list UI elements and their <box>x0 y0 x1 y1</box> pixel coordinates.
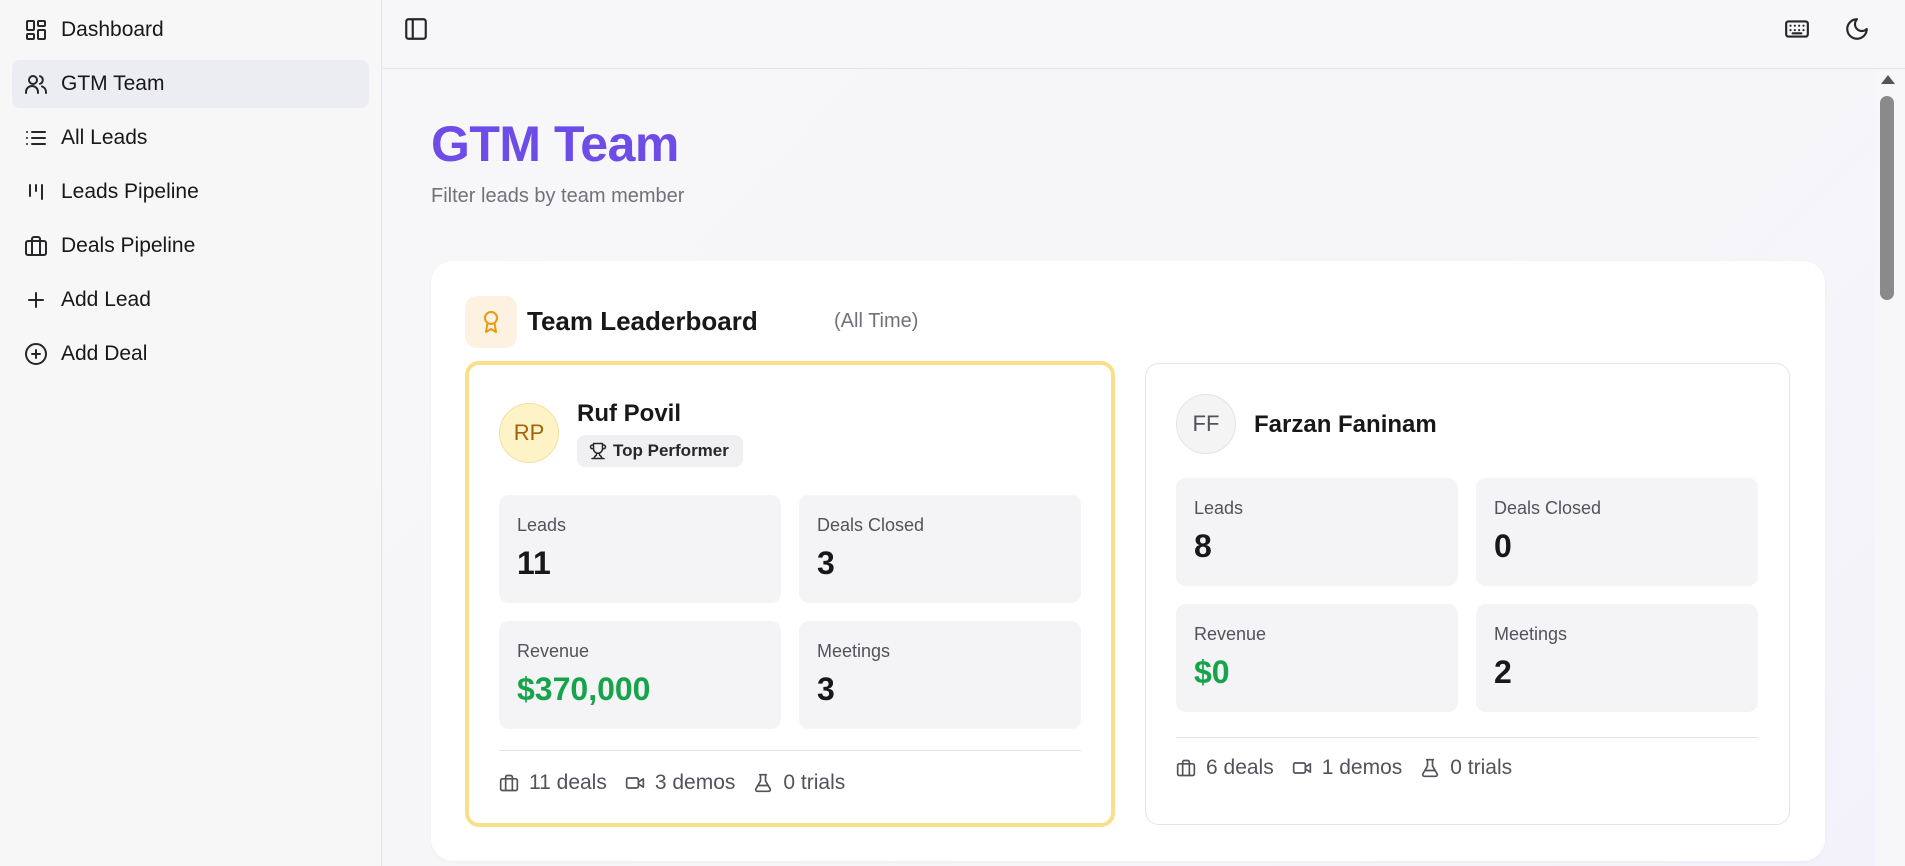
stat-revenue: Revenue $370,000 <box>499 621 781 729</box>
deals-count: 11 deals <box>529 771 607 794</box>
badge-label: Top Performer <box>613 441 729 460</box>
keyboard-icon[interactable] <box>1784 16 1810 42</box>
stat-revenue: Revenue $0 <box>1176 604 1458 712</box>
trials-count: 0 trials <box>783 771 846 794</box>
stat-value: 8 <box>1194 528 1212 564</box>
kanban-icon <box>24 180 48 204</box>
stat-value: $0 <box>1194 654 1230 690</box>
stat-label: Deals Closed <box>817 515 925 535</box>
stat-label: Deals Closed <box>1494 498 1602 518</box>
top-performer-badge: Top Performer <box>577 435 743 467</box>
sidebar-item-add-deal[interactable]: Add Deal <box>12 330 369 378</box>
stat-deals-closed: Deals Closed 0 <box>1476 478 1758 586</box>
member-card-farzan-faninam[interactable]: FF Farzan Faninam Leads 8 Deals Closed 0… <box>1145 363 1790 825</box>
panel-left-icon[interactable] <box>403 16 429 42</box>
stat-label: Meetings <box>817 641 891 661</box>
sidebar: Dashboard GTM Team All Leads Leads Pipel… <box>0 0 382 866</box>
stat-value: $370,000 <box>517 671 651 707</box>
stat-label: Leads <box>517 515 567 535</box>
member-name: Farzan Faninam <box>1254 411 1437 438</box>
sidebar-item-label: Dashboard <box>61 18 164 41</box>
stat-label: Revenue <box>517 641 590 661</box>
avatar: FF <box>1176 394 1236 454</box>
main-content: GTM Team Filter leads by team member Tea… <box>383 69 1875 866</box>
sidebar-item-label: Add Deal <box>61 342 148 365</box>
sidebar-item-add-lead[interactable]: Add Lead <box>12 276 369 324</box>
stat-value: 2 <box>1494 654 1512 690</box>
page-title: GTM Team <box>431 116 679 172</box>
briefcase-icon <box>499 773 519 793</box>
divider <box>499 750 1081 751</box>
stat-leads: Leads 8 <box>1176 478 1458 586</box>
moon-icon[interactable] <box>1844 16 1870 42</box>
sidebar-item-label: GTM Team <box>61 72 165 95</box>
users-icon <box>24 72 48 96</box>
sidebar-item-gtm-team[interactable]: GTM Team <box>12 60 369 108</box>
briefcase-icon <box>1176 758 1196 778</box>
sidebar-item-label: Add Lead <box>61 288 151 311</box>
sidebar-item-leads-pipeline[interactable]: Leads Pipeline <box>12 168 369 216</box>
sidebar-item-deals-pipeline[interactable]: Deals Pipeline <box>12 222 369 270</box>
member-name: Ruf Povil <box>577 400 682 427</box>
stat-value: 3 <box>817 671 835 707</box>
member-activity: 6 deals 1 demos 0 trials <box>1176 756 1530 780</box>
member-card-ruf-povil[interactable]: RP Ruf Povil Top Performer Leads 11 Deal… <box>465 361 1115 827</box>
team-leaderboard: Team Leaderboard (All Time) RP Ruf Povil… <box>431 261 1825 861</box>
plus-icon <box>24 288 48 312</box>
demos-count: 1 demos <box>1321 756 1403 779</box>
divider <box>1176 737 1758 738</box>
stat-value: 11 <box>517 545 551 581</box>
stat-value: 0 <box>1494 528 1512 564</box>
leaderboard-range: (All Time) <box>834 310 919 332</box>
scrollbar-thumb[interactable] <box>1880 96 1894 300</box>
leaderboard-title: Team Leaderboard <box>527 306 758 336</box>
stat-label: Revenue <box>1194 624 1267 644</box>
award-icon <box>465 296 517 348</box>
flask-icon <box>1420 758 1440 778</box>
stat-meetings: Meetings 3 <box>799 621 1081 729</box>
stat-label: Meetings <box>1494 624 1568 644</box>
top-bar <box>383 0 1905 69</box>
briefcase-icon <box>24 234 48 258</box>
trophy-icon <box>589 442 607 460</box>
stat-label: Leads <box>1194 498 1244 518</box>
stat-deals-closed: Deals Closed 3 <box>799 495 1081 603</box>
page-subtitle: Filter leads by team member <box>431 185 685 207</box>
sidebar-item-all-leads[interactable]: All Leads <box>12 114 369 162</box>
sidebar-item-label: Deals Pipeline <box>61 234 196 257</box>
plus-circle-icon <box>24 342 48 366</box>
scroll-up-arrow[interactable] <box>1881 75 1895 84</box>
list-icon <box>24 126 48 150</box>
stat-value: 3 <box>817 545 835 581</box>
avatar: RP <box>499 403 559 463</box>
flask-icon <box>753 773 773 793</box>
sidebar-item-label: Leads Pipeline <box>61 180 199 203</box>
stat-leads: Leads 11 <box>499 495 781 603</box>
trials-count: 0 trials <box>1450 756 1513 779</box>
demos-count: 3 demos <box>654 771 736 794</box>
video-icon <box>625 773 645 793</box>
deals-count: 6 deals <box>1206 756 1274 779</box>
sidebar-item-dashboard[interactable]: Dashboard <box>12 6 369 54</box>
member-activity: 11 deals 3 demos 0 trials <box>499 771 863 795</box>
video-icon <box>1292 758 1312 778</box>
layout-dashboard-icon <box>24 18 48 42</box>
sidebar-item-label: All Leads <box>61 126 148 149</box>
stat-meetings: Meetings 2 <box>1476 604 1758 712</box>
